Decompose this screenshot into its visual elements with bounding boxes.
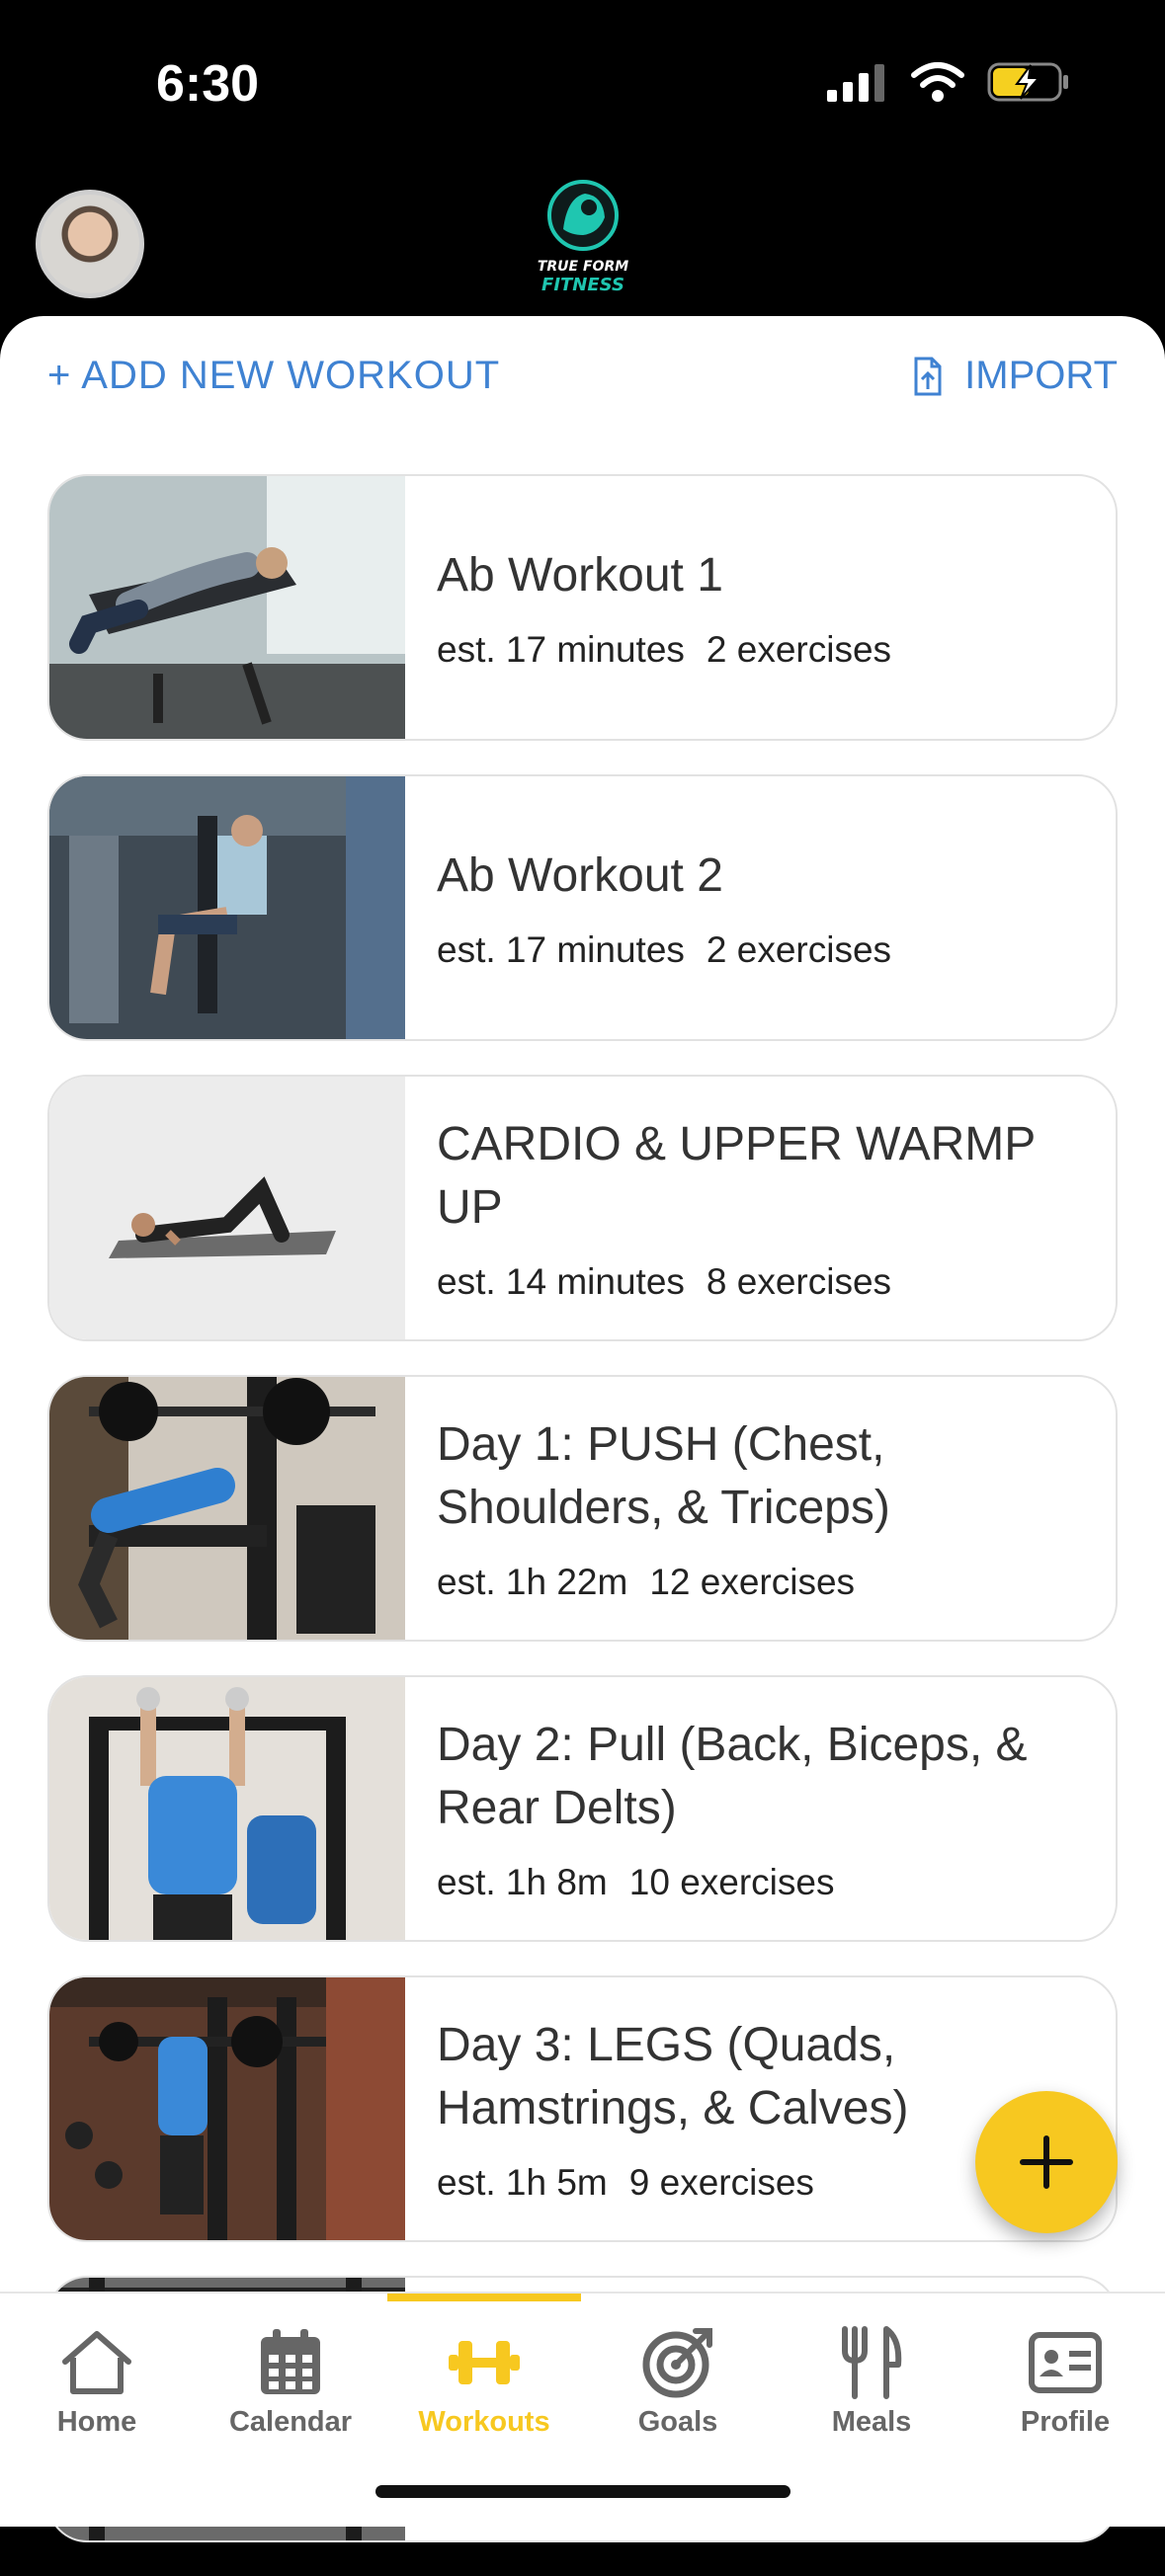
tab-home[interactable]: Home xyxy=(0,2294,194,2442)
status-time: 6:30 xyxy=(156,55,260,113)
workout-thumbnail xyxy=(49,1677,405,1940)
calendar-icon xyxy=(261,2329,320,2394)
workout-title: Ab Workout 2 xyxy=(437,849,723,902)
workout-card[interactable]: Day 1: PUSH (Chest, Shoulders, & Triceps… xyxy=(47,1375,1118,1642)
workout-exercise-count: 10 exercises xyxy=(628,1862,835,1902)
tab-workouts[interactable]: Workouts xyxy=(387,2294,581,2442)
tab-meals[interactable]: Meals xyxy=(775,2294,968,2442)
workout-title: Ab Workout 1 xyxy=(437,549,723,602)
workout-title: Day 2: Pull (Back, Biceps, & Rear Delts) xyxy=(437,1719,1028,1834)
tab-goals[interactable]: Goals xyxy=(581,2294,775,2442)
workout-card[interactable]: Day 2: Pull (Back, Biceps, & Rear Delts)… xyxy=(47,1675,1118,1942)
tab-label: Goals xyxy=(637,2406,718,2438)
tab-label: Meals xyxy=(831,2406,912,2438)
workout-duration: est. 1h 5m xyxy=(437,2162,608,2203)
workout-card[interactable]: Day 3: LEGS (Quads, Hamstrings, & Calves… xyxy=(47,1975,1118,2242)
workout-list: Ab Workout 1 est. 17 minutes 2 exercises xyxy=(47,474,1118,2576)
wifi-icon xyxy=(911,62,964,102)
workout-card[interactable]: CARDIO & UPPER WARMP UP est. 14 minutes 8… xyxy=(47,1075,1118,1341)
logo-text-1: TRUE FORM xyxy=(538,259,628,275)
import-button[interactable]: IMPORT xyxy=(913,354,1118,398)
workout-meta: est. 14 minutes 8 exercises xyxy=(437,1261,1086,1303)
workout-thumbnail xyxy=(49,476,405,739)
status-bar: 6:30 xyxy=(0,0,1165,168)
workout-exercise-count: 2 exercises xyxy=(706,929,892,970)
signal-icon xyxy=(827,64,884,102)
workout-meta: est. 1h 8m 10 exercises xyxy=(437,1862,1086,1903)
import-file-icon xyxy=(914,357,942,395)
workout-exercise-count: 8 exercises xyxy=(706,1261,892,1302)
workout-card[interactable]: Ab Workout 1 est. 17 minutes 2 exercises xyxy=(47,474,1118,741)
app-header: TRUE FORM FITNESS xyxy=(0,168,1165,316)
home-icon xyxy=(62,2331,131,2394)
profile-card-icon xyxy=(1029,2332,1102,2393)
battery-charging-icon xyxy=(987,62,1068,102)
utensils-icon xyxy=(842,2326,902,2399)
workout-title: CARDIO & UPPER WARMP UP xyxy=(437,1118,1036,1234)
tab-label: Profile xyxy=(1020,2406,1111,2438)
workout-meta: est. 17 minutes 2 exercises xyxy=(437,629,1086,671)
workout-meta: est. 17 minutes 2 exercises xyxy=(437,929,1086,971)
add-workout-fab[interactable] xyxy=(975,2091,1118,2233)
workout-exercise-count: 12 exercises xyxy=(649,1562,856,1602)
tab-label: Home xyxy=(56,2406,137,2438)
tab-profile[interactable]: Profile xyxy=(968,2294,1162,2442)
tab-calendar[interactable]: Calendar xyxy=(194,2294,387,2442)
add-new-workout-button[interactable]: + ADD NEW WORKOUT xyxy=(47,354,500,398)
workout-meta: est. 1h 22m 12 exercises xyxy=(437,1562,1086,1603)
workouts-panel: + ADD NEW WORKOUT IMPORT Ab Workout 1 es… xyxy=(0,316,1165,2542)
user-avatar[interactable] xyxy=(36,190,144,298)
workout-title: Day 1: PUSH (Chest, Shoulders, & Triceps… xyxy=(437,1418,890,1534)
true-form-fitness-logo: TRUE FORM FITNESS xyxy=(534,178,632,296)
workout-thumbnail xyxy=(49,1077,405,1339)
plus-icon xyxy=(1020,2135,1073,2189)
tab-label: Calendar xyxy=(228,2406,353,2438)
workout-card[interactable]: Ab Workout 2 est. 17 minutes 2 exercises xyxy=(47,774,1118,1041)
workout-thumbnail xyxy=(49,776,405,1039)
logo-mark: TRUE FORM FITNESS xyxy=(538,180,628,295)
tab-label: Workouts xyxy=(418,2406,550,2438)
workout-duration: est. 17 minutes xyxy=(437,929,685,970)
home-indicator xyxy=(375,2485,791,2498)
workout-thumbnail xyxy=(49,1377,405,1640)
dumbbell-icon xyxy=(449,2341,520,2384)
workout-thumbnail xyxy=(49,1977,405,2240)
workout-duration: est. 14 minutes xyxy=(437,1261,685,1302)
target-icon xyxy=(642,2328,712,2398)
workout-exercise-count: 9 exercises xyxy=(628,2162,814,2203)
status-icons xyxy=(827,61,1070,103)
workout-exercise-count: 2 exercises xyxy=(706,629,892,670)
import-label: IMPORT xyxy=(964,354,1118,397)
logo-text-2: FITNESS xyxy=(541,275,624,295)
workout-duration: est. 1h 22m xyxy=(437,1562,628,1602)
workout-duration: est. 17 minutes xyxy=(437,629,685,670)
workout-duration: est. 1h 8m xyxy=(437,1862,608,1902)
